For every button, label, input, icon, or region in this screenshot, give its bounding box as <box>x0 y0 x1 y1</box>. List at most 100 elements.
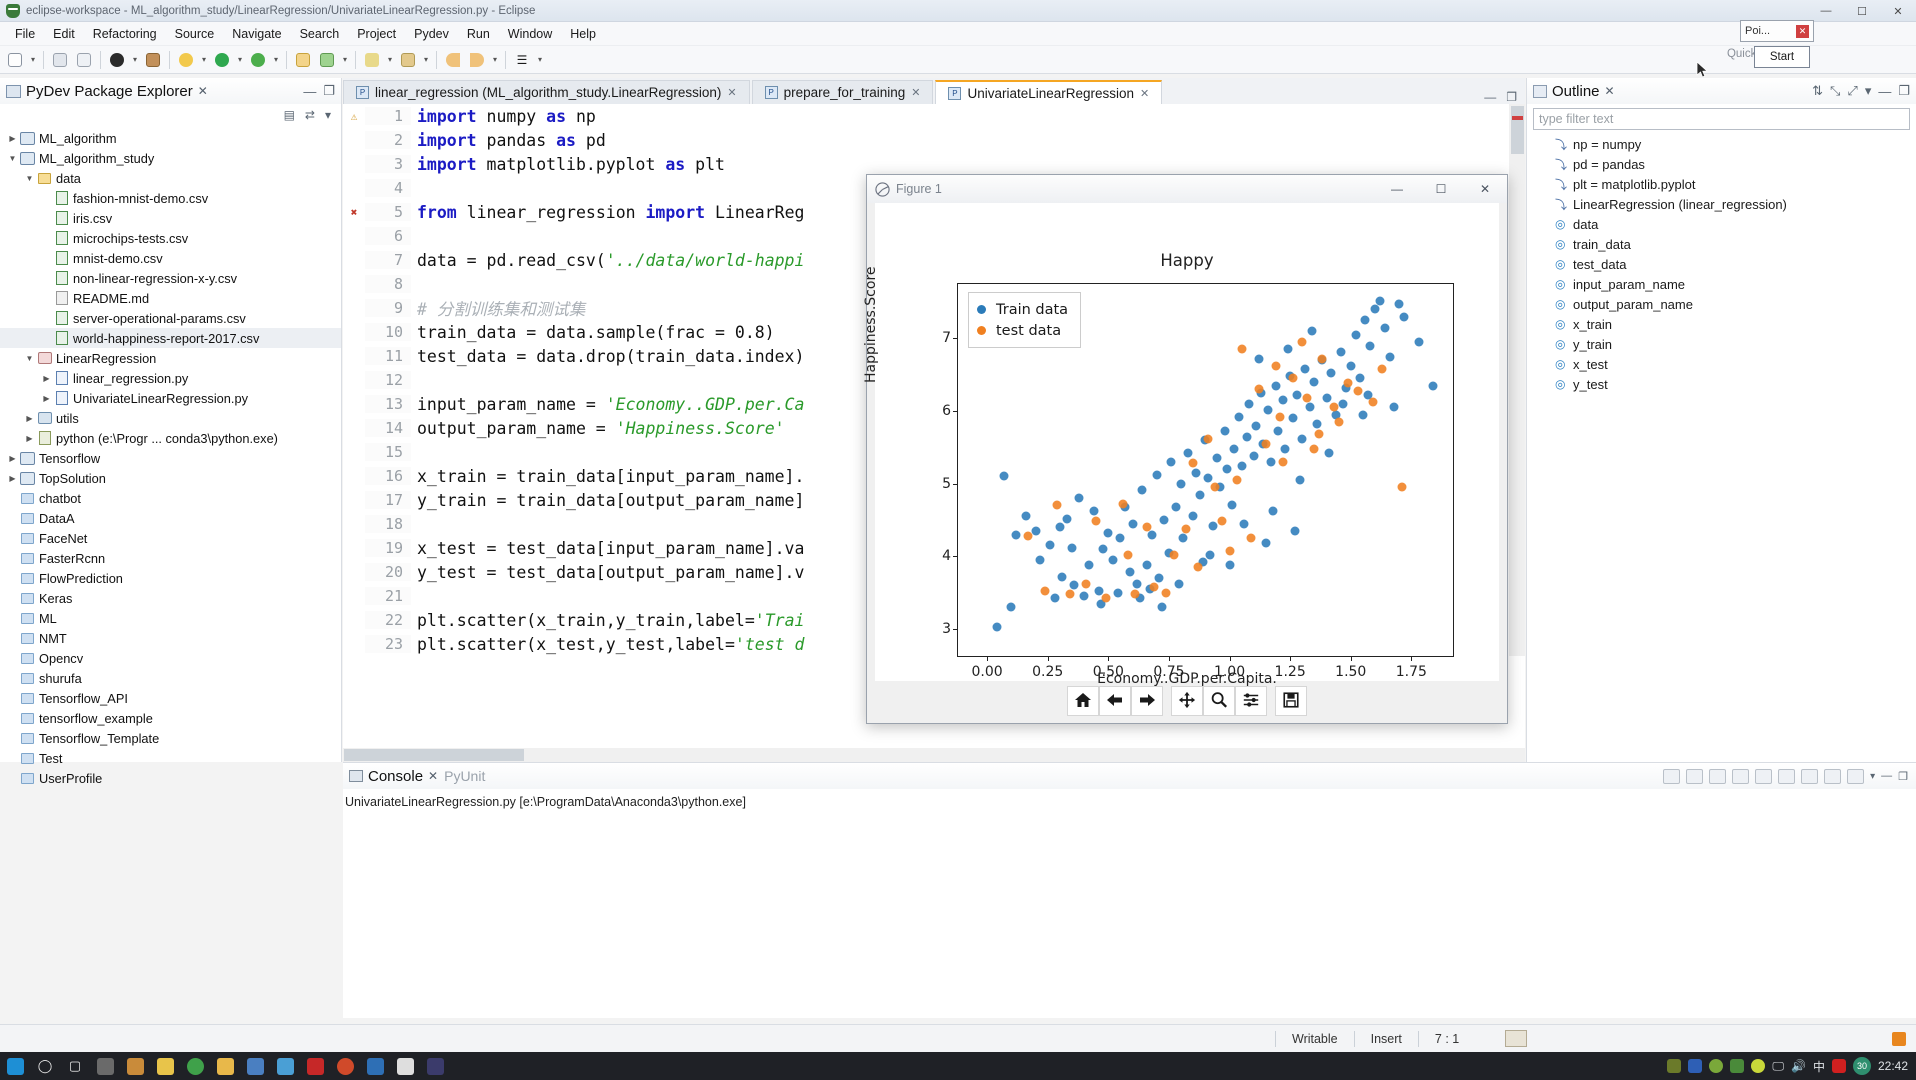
outline-item[interactable]: ⤵LinearRegression (linear_regression) <box>1527 194 1916 214</box>
expand-all-outline-icon[interactable]: ⤢ <box>1847 83 1857 99</box>
perspective-icon[interactable]: ☰ <box>511 49 533 71</box>
tray-shield-icon[interactable] <box>1730 1059 1744 1073</box>
menu-item-pydev[interactable]: Pydev <box>405 25 458 43</box>
editor-error-overview-mark[interactable] <box>1512 116 1523 120</box>
forward-arrow-button[interactable] <box>1131 686 1163 716</box>
console-view-menu-icon[interactable]: ▾ <box>1870 771 1875 782</box>
app-icon-2[interactable] <box>120 1053 150 1079</box>
perspective-dropdown-icon[interactable]: ▾ <box>535 55 545 64</box>
outline-item[interactable]: ⤵np = numpy <box>1527 134 1916 154</box>
outline-item[interactable]: ◎output_param_name <box>1527 294 1916 314</box>
tree-item[interactable]: ▼LinearRegression <box>0 348 341 368</box>
tree-item[interactable]: world-happiness-report-2017.csv <box>0 328 341 348</box>
outline-list[interactable]: ⤵np = numpy⤵pd = pandas⤵plt = matplotlib… <box>1527 134 1916 394</box>
menu-item-run[interactable]: Run <box>458 25 499 43</box>
maximize-button[interactable]: ☐ <box>1844 0 1880 22</box>
editor-maximize-icon[interactable]: ❐ <box>1506 90 1517 104</box>
tree-item[interactable]: ▶UnivariateLinearRegression.py <box>0 388 341 408</box>
open-console-icon[interactable] <box>1847 769 1864 784</box>
outline-item[interactable]: ◎y_train <box>1527 334 1916 354</box>
editor-restore-icon[interactable]: — <box>1484 90 1496 104</box>
link-with-editor-icon[interactable]: ⇄ <box>305 108 315 122</box>
chevron-down-icon[interactable]: ▼ <box>6 154 19 163</box>
app-icon-5[interactable] <box>270 1053 300 1079</box>
editor-tab[interactable]: PUnivariateLinearRegression✕ <box>935 80 1162 104</box>
person-dropdown-icon[interactable]: ▾ <box>421 55 431 64</box>
run-icon[interactable] <box>211 49 233 71</box>
chevron-down-icon[interactable]: ▼ <box>23 174 36 183</box>
back-navigation-icon[interactable] <box>442 49 464 71</box>
tree-item[interactable]: ▼ML_algorithm_study <box>0 148 341 168</box>
tree-item[interactable]: ▶Tensorflow <box>0 448 341 468</box>
navigation-dropdown-icon[interactable]: ▾ <box>490 55 500 64</box>
remove-all-launches-icon[interactable] <box>1709 769 1726 784</box>
figure-canvas[interactable]: Happy Train datatest data 345670.000.250… <box>875 203 1499 681</box>
tree-item[interactable]: Test <box>0 748 341 768</box>
chevron-right-icon[interactable]: ▶ <box>40 394 53 403</box>
clear-console-icon[interactable] <box>1732 769 1749 784</box>
collapse-all-outline-icon[interactable]: ⤡ <box>1830 83 1840 99</box>
tree-item[interactable]: FlowPrediction <box>0 568 341 588</box>
tree-item[interactable]: UserProfile <box>0 768 341 788</box>
tree-item[interactable]: ▼data <box>0 168 341 188</box>
open-folder-icon[interactable] <box>292 49 314 71</box>
tree-item[interactable]: non-linear-regression-x-y.csv <box>0 268 341 288</box>
editor-horizontal-scrollbar[interactable] <box>343 748 1525 762</box>
coverage-dropdown-icon[interactable]: ▾ <box>271 55 281 64</box>
figure-close-button[interactable]: ✕ <box>1463 175 1507 203</box>
chevron-right-icon[interactable]: ▶ <box>6 134 19 143</box>
status-rss-icon[interactable] <box>1892 1032 1906 1046</box>
app-icon-3[interactable] <box>150 1053 180 1079</box>
code-line[interactable]: ⚠1import numpy as np <box>343 104 1525 128</box>
tree-item[interactable]: fashion-mnist-demo.csv <box>0 188 341 208</box>
outline-item[interactable]: ⤵plt = matplotlib.pyplot <box>1527 174 1916 194</box>
tree-item[interactable]: chatbot <box>0 488 341 508</box>
notepad-icon[interactable] <box>390 1053 420 1079</box>
eclipse-taskbar-icon[interactable] <box>420 1053 450 1079</box>
terminal-icon[interactable] <box>142 49 164 71</box>
save-icon[interactable] <box>49 49 71 71</box>
menu-item-project[interactable]: Project <box>348 25 405 43</box>
menu-item-navigate[interactable]: Navigate <box>223 25 290 43</box>
package-explorer-tree[interactable]: ▶ML_algorithm▼ML_algorithm_study▼datafas… <box>0 126 341 788</box>
terminate-icon[interactable] <box>1663 769 1680 784</box>
tree-item[interactable]: Tensorflow_API <box>0 688 341 708</box>
outline-item[interactable]: ◎x_train <box>1527 314 1916 334</box>
menu-item-help[interactable]: Help <box>561 25 605 43</box>
collapse-all-icon[interactable]: ▤ <box>284 108 295 122</box>
tree-item[interactable]: DataA <box>0 508 341 528</box>
chevron-right-icon[interactable]: ▶ <box>40 374 53 383</box>
outline-minimize-icon[interactable]: — <box>1878 84 1891 99</box>
view-menu-icon[interactable]: ▾ <box>325 108 331 122</box>
coverage-icon[interactable] <box>247 49 269 71</box>
tray-icon-5[interactable] <box>1832 1059 1846 1073</box>
pin-dropdown-icon[interactable]: ▾ <box>340 55 350 64</box>
tree-item[interactable]: microchips-tests.csv <box>0 228 341 248</box>
menu-item-refactoring[interactable]: Refactoring <box>84 25 166 43</box>
code-line[interactable]: 2import pandas as pd <box>343 128 1525 152</box>
console-minimize-icon[interactable]: — <box>1881 770 1892 782</box>
tray-icon-4[interactable] <box>1751 1059 1765 1073</box>
matplotlib-figure-window[interactable]: Figure 1 — ☐ ✕ Happy Train datatest data… <box>866 174 1508 724</box>
editor-tab-close-icon[interactable]: ✕ <box>911 86 920 99</box>
tree-item[interactable]: ▶python (e:\Progr ... conda3\python.exe) <box>0 428 341 448</box>
save-figure-button[interactable] <box>1275 686 1307 716</box>
start-menu-icon[interactable] <box>0 1053 30 1079</box>
outline-close-icon[interactable]: ✕ <box>1605 84 1615 98</box>
panel-minimize-icon[interactable]: — <box>303 84 316 99</box>
pin-icon[interactable] <box>316 49 338 71</box>
app-icon-1[interactable] <box>90 1053 120 1079</box>
outline-item[interactable]: ◎train_data <box>1527 234 1916 254</box>
browser-icon[interactable] <box>180 1053 210 1079</box>
tray-icon-3[interactable] <box>1709 1059 1723 1073</box>
pdf-reader-icon[interactable] <box>300 1053 330 1079</box>
outline-item[interactable]: ◎input_param_name <box>1527 274 1916 294</box>
tree-item[interactable]: FaceNet <box>0 528 341 548</box>
chevron-right-icon[interactable]: ▶ <box>6 474 19 483</box>
figure-minimize-button[interactable]: — <box>1375 175 1419 203</box>
tray-day-icon[interactable]: 30 <box>1853 1057 1871 1075</box>
new-file-icon[interactable] <box>4 49 26 71</box>
tree-item[interactable]: tensorflow_example <box>0 708 341 728</box>
editor-hscroll-thumb[interactable] <box>344 749 524 761</box>
sort-icon[interactable]: ⇅ <box>1812 83 1823 99</box>
